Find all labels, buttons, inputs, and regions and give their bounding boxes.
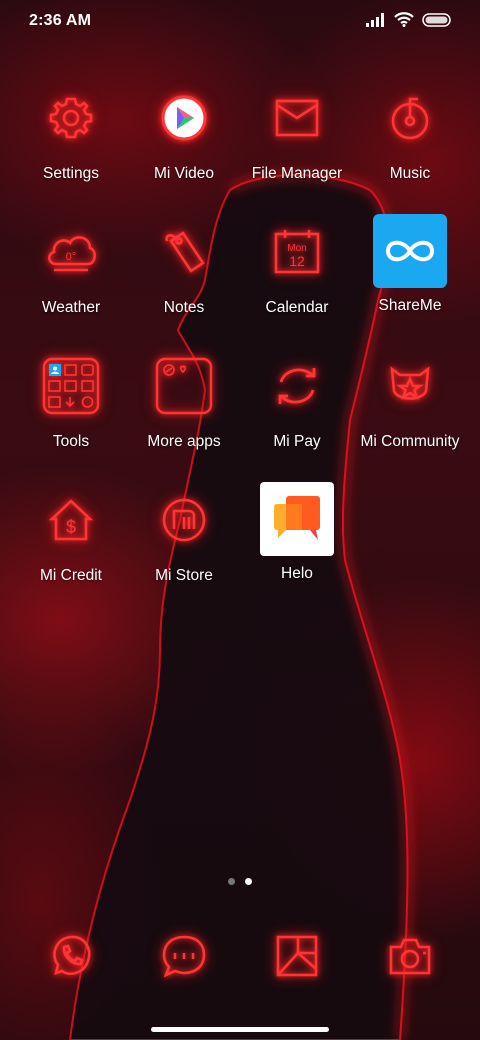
signal-icon [366, 12, 384, 27]
battery-icon [422, 12, 451, 27]
app-label: Mi Credit [39, 567, 102, 584]
app-tools-folder[interactable]: Tools [14, 348, 128, 451]
app-helo[interactable]: Helo [240, 482, 354, 583]
app-mi-video[interactable]: Mi Video [127, 80, 241, 183]
wifi-icon [394, 12, 414, 27]
gear-icon [33, 80, 109, 156]
app-music[interactable]: Music [353, 80, 467, 183]
app-label: More apps [147, 433, 221, 450]
app-mi-store[interactable]: Mi Store [127, 482, 241, 585]
app-label: Music [389, 165, 431, 182]
cloud-icon: 0° [33, 214, 109, 290]
page-indicator [0, 878, 480, 885]
calendar-icon: Mon 12 [259, 214, 335, 290]
message-icon [162, 935, 206, 978]
app-mi-credit[interactable]: $ Mi Credit [14, 482, 128, 585]
app-label: Helo [281, 565, 313, 582]
infinity-icon [373, 214, 447, 288]
folder-icon [259, 80, 335, 156]
app-label: Mi Pay [273, 433, 321, 450]
music-icon [372, 80, 448, 156]
status-time: 2:36 AM [29, 12, 92, 29]
app-label: Weather [41, 299, 101, 316]
dock-camera[interactable] [372, 918, 448, 994]
app-mi-pay[interactable]: Mi Pay [240, 348, 354, 451]
more-apps-folder-icon [146, 348, 222, 424]
app-label: Notes [163, 299, 205, 316]
tag-icon [146, 214, 222, 290]
app-calendar[interactable]: Mon 12 Calendar [240, 214, 354, 317]
app-label: Mi Store [155, 567, 213, 584]
star-icon [372, 348, 448, 424]
refresh-icon [259, 348, 335, 424]
app-label: File Manager [251, 165, 343, 182]
dock-messages[interactable] [146, 918, 222, 994]
mi-logo-icon [146, 482, 222, 558]
home-indicator[interactable] [151, 1027, 329, 1032]
dock-phone[interactable] [33, 918, 109, 994]
app-label: Mi Community [360, 433, 460, 450]
app-label: Calendar [265, 299, 329, 316]
dollar-house-icon: $ [33, 482, 109, 558]
app-file-manager[interactable]: File Manager [240, 80, 354, 183]
dock-browser[interactable] [259, 918, 335, 994]
page-dot[interactable] [228, 878, 235, 885]
tools-folder-icon [33, 348, 109, 424]
app-label: Tools [52, 433, 90, 450]
status-bar: 2:36 AM [0, 0, 480, 44]
camera-icon [389, 938, 431, 975]
app-label: ShareMe [378, 297, 442, 314]
app-more-apps-folder[interactable]: More apps [127, 348, 241, 451]
play-icon [146, 80, 222, 156]
app-shareme[interactable]: ShareMe [353, 214, 467, 315]
calendar-day: 12 [289, 253, 305, 269]
app-label: Settings [42, 165, 99, 182]
app-settings[interactable]: Settings [14, 80, 128, 183]
app-label: Mi Video [153, 165, 215, 182]
app-mi-community[interactable]: Mi Community [353, 348, 467, 451]
phone-icon [53, 935, 91, 975]
svg-text:$: $ [66, 517, 76, 537]
chat-bubbles-icon [260, 482, 334, 556]
browser-icon [276, 935, 318, 977]
page-dot-active[interactable] [245, 878, 252, 885]
app-notes[interactable]: Notes [127, 214, 241, 317]
app-weather[interactable]: 0° Weather [14, 214, 128, 317]
weather-temp: 0° [66, 251, 77, 263]
